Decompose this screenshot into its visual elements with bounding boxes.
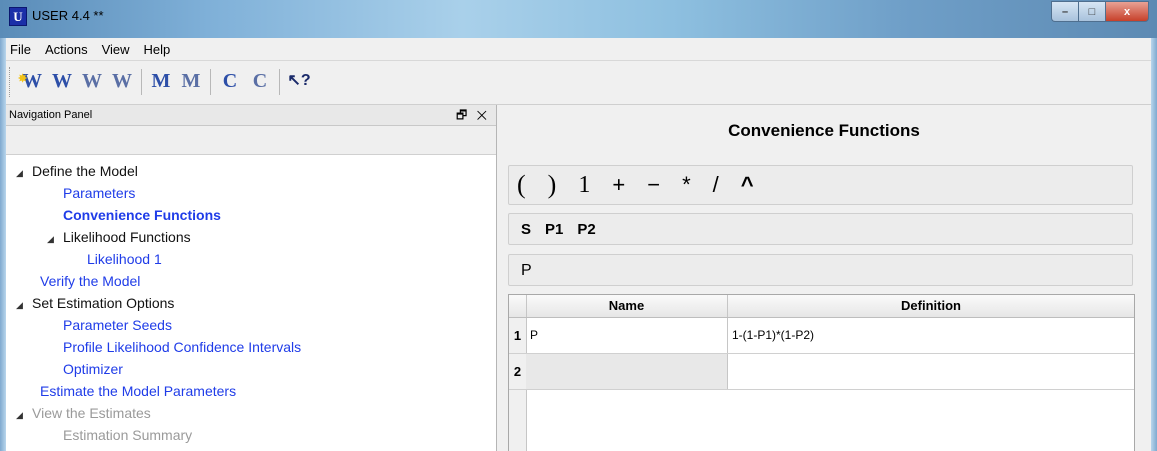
window-title: USER 4.4 ** <box>32 8 104 23</box>
tree-item-estimate-parameters[interactable]: Estimate the Model Parameters <box>40 380 236 402</box>
model-icon[interactable]: M <box>149 69 173 93</box>
operator-bar: ( ) 1 + − * / ^ <box>508 165 1133 205</box>
nav-panel-header: Navigation Panel 🗗 ✕ <box>6 105 496 126</box>
operator-close-paren[interactable]: ) <box>548 170 557 200</box>
expand-arrow-icon[interactable]: ◢ <box>16 294 32 316</box>
operator-power[interactable]: ^ <box>741 172 754 198</box>
expand-arrow-icon[interactable]: ◢ <box>16 162 32 184</box>
new-workspace-icon[interactable]: ✸ W <box>18 69 44 93</box>
workspace-4-icon[interactable]: W <box>110 69 134 93</box>
model-2-icon[interactable]: M <box>179 69 203 93</box>
workspace-4-glyph: W <box>112 70 132 92</box>
title-bar[interactable]: U USER 4.4 ** – □ x <box>0 0 1157 38</box>
whats-this-icon[interactable]: ↖? <box>287 69 311 93</box>
expand-arrow-icon[interactable]: ◢ <box>16 404 32 426</box>
column-header-definition[interactable]: Definition <box>728 295 1134 317</box>
menu-bar: File Actions View Help <box>6 38 1151 61</box>
c-glyph: C <box>222 70 238 92</box>
tree-item-define-model[interactable]: ◢ Define the Model <box>16 160 138 182</box>
operator-open-paren[interactable]: ( <box>517 170 526 200</box>
table-header: Name Definition <box>509 295 1134 318</box>
window-frame-right <box>1151 38 1157 451</box>
name-cell[interactable] <box>526 354 728 389</box>
nav-panel-controls[interactable]: 🗗 ✕ <box>456 105 490 125</box>
variable-p1[interactable]: P1 <box>545 221 563 238</box>
table-row[interactable]: 1 P 1-(1-P1)*(1-P2) <box>509 318 1134 354</box>
tree-item-label: Set Estimation Options <box>32 295 175 311</box>
minimize-button[interactable]: – <box>1051 1 1078 22</box>
toolbar: ✸ W W W W M M C C ↖? <box>6 61 1151 105</box>
workspace-3-icon[interactable]: W <box>80 69 104 93</box>
close-button[interactable]: x <box>1105 1 1149 22</box>
definition-cell[interactable] <box>728 354 1134 389</box>
variable-bar: S P1 P2 <box>508 213 1133 245</box>
menu-file[interactable]: File <box>6 42 38 57</box>
toolbar-separator <box>279 69 280 95</box>
open-workspace-icon[interactable]: W <box>50 69 74 93</box>
operator-minus[interactable]: − <box>647 172 660 198</box>
tree-item-likelihood-1[interactable]: Likelihood 1 <box>87 248 162 270</box>
operator-one[interactable]: 1 <box>578 172 590 199</box>
name-cell[interactable]: P <box>526 318 728 353</box>
column-header-name[interactable]: Name <box>526 295 728 317</box>
row-number: 2 <box>509 354 527 389</box>
tree-item-set-estimation-options[interactable]: ◢ Set Estimation Options <box>16 292 174 314</box>
window-controls: – □ x <box>1051 1 1149 22</box>
model-glyph: M <box>151 70 171 92</box>
tree-item-view-estimates[interactable]: ◢ View the Estimates <box>16 402 151 424</box>
tree-item-parameter-seeds[interactable]: Parameter Seeds <box>63 314 172 336</box>
toolbar-separator <box>210 69 211 95</box>
workspace-3-glyph: W <box>82 70 102 92</box>
toolbar-grip[interactable] <box>9 67 13 97</box>
nav-panel-title: Navigation Panel <box>9 109 93 121</box>
tree-item-estimation-summary[interactable]: Estimation Summary <box>63 424 192 446</box>
convenience-functions-table: Name Definition 1 P 1-(1-P1)*(1-P2) 2 <box>508 294 1135 451</box>
function-name-bar[interactable]: P <box>508 254 1133 286</box>
tree-item-convenience-functions[interactable]: Convenience Functions <box>63 204 221 226</box>
nav-panel-toolbar <box>6 126 496 155</box>
app-icon: U <box>9 7 27 26</box>
content-pane: Convenience Functions ( ) 1 + − * / ^ S … <box>497 105 1151 451</box>
row-header-filler <box>509 390 527 451</box>
operator-multiply[interactable]: * <box>682 172 691 198</box>
variable-s[interactable]: S <box>521 221 531 238</box>
tree-item-label: Define the Model <box>32 163 138 179</box>
maximize-button[interactable]: □ <box>1078 1 1105 22</box>
page-title: Convenience Functions <box>728 121 920 140</box>
tree-item-verify-model[interactable]: Verify the Model <box>40 270 140 292</box>
c-icon[interactable]: C <box>218 69 242 93</box>
variable-p2[interactable]: P2 <box>577 221 595 238</box>
tree-item-likelihood-functions[interactable]: ◢ Likelihood Functions <box>47 226 191 248</box>
navigation-panel: Navigation Panel 🗗 ✕ ◢ Define the Model P… <box>6 105 497 451</box>
menu-help[interactable]: Help <box>137 42 178 57</box>
tree-item-optimizer[interactable]: Optimizer <box>63 358 123 380</box>
menu-view[interactable]: View <box>95 42 137 57</box>
open-workspace-glyph: W <box>52 70 72 92</box>
tree-item-label: Likelihood Functions <box>63 229 191 245</box>
app-window: U USER 4.4 ** – □ x File Actions View He… <box>0 0 1157 451</box>
operator-plus[interactable]: + <box>612 172 625 198</box>
whats-this-glyph: ↖? <box>287 72 311 89</box>
tree-item-profile-likelihood-ci[interactable]: Profile Likelihood Confidence Intervals <box>63 336 301 358</box>
expand-arrow-icon[interactable]: ◢ <box>47 228 63 250</box>
row-number: 1 <box>509 318 527 353</box>
table-row[interactable]: 2 <box>509 354 1134 390</box>
c-2-icon[interactable]: C <box>248 69 272 93</box>
row-number-header <box>509 295 527 317</box>
tree-item-label: View the Estimates <box>32 405 151 421</box>
toolbar-separator <box>141 69 142 95</box>
c-2-glyph: C <box>252 70 268 92</box>
definition-cell[interactable]: 1-(1-P1)*(1-P2) <box>728 318 1134 353</box>
model-2-glyph: M <box>181 70 201 92</box>
menu-actions[interactable]: Actions <box>38 42 95 57</box>
operator-divide[interactable]: / <box>713 172 719 198</box>
tree-item-parameters[interactable]: Parameters <box>63 182 135 204</box>
